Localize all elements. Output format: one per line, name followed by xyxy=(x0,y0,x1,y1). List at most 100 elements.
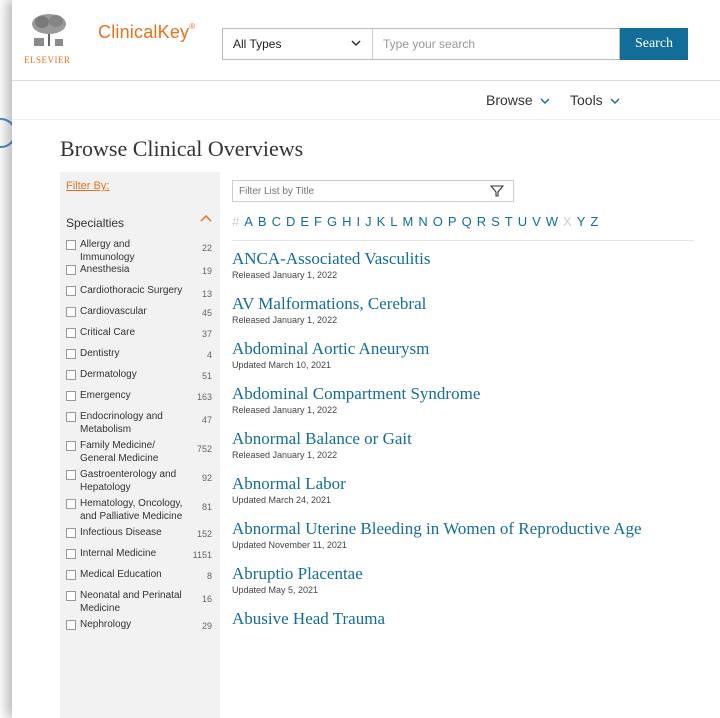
overview-entry: Abusive Head Trauma xyxy=(232,609,702,629)
specialty-checkbox[interactable] xyxy=(66,286,76,296)
specialty-item[interactable]: Neonatal and Perinatal Medicine 16 xyxy=(66,589,216,618)
funnel-icon[interactable] xyxy=(490,184,504,198)
specialty-item[interactable]: Cardiovascular 45 xyxy=(66,305,216,326)
alpha-letter-m[interactable]: M xyxy=(403,214,414,229)
chevron-up-icon[interactable] xyxy=(200,214,212,222)
alpha-letter-j[interactable]: J xyxy=(365,214,372,229)
specialty-item[interactable]: Gastroenterology and Hepatology 92 xyxy=(66,468,216,497)
specialty-item[interactable]: Family Medicine/ General Medicine 752 xyxy=(66,439,216,468)
specialty-item[interactable]: Nephrology 29 xyxy=(66,618,216,639)
overview-title-link[interactable]: AV Malformations, Cerebral xyxy=(232,294,702,314)
overview-date: Released January 1, 2022 xyxy=(232,315,338,325)
nav-tools-label: Tools xyxy=(570,92,603,108)
overview-date: Updated May 5, 2021 xyxy=(232,585,319,595)
alpha-letter-o[interactable]: O xyxy=(433,214,443,229)
search-button[interactable]: Search xyxy=(620,28,688,60)
alpha-letter-p[interactable]: P xyxy=(448,214,457,229)
search-input[interactable] xyxy=(372,28,620,60)
specialty-checkbox[interactable] xyxy=(66,549,76,559)
specialty-checkbox[interactable] xyxy=(66,499,76,509)
alpha-hash: # xyxy=(232,214,240,229)
specialties-header[interactable]: Specialties xyxy=(66,214,214,230)
alpha-letter-e[interactable]: E xyxy=(300,214,309,229)
specialty-item[interactable]: Medical Education 8 xyxy=(66,568,216,589)
filter-by-link[interactable]: Filter By: xyxy=(66,180,109,192)
overview-entry: Abnormal Labor Updated March 24, 2021 xyxy=(232,474,702,505)
specialty-item[interactable]: Critical Care 37 xyxy=(66,326,216,347)
specialties-list: Allergy and Immunology 22 Anesthesia 19 Card… xyxy=(66,238,216,639)
specialty-checkbox[interactable] xyxy=(66,349,76,359)
specialty-checkbox[interactable] xyxy=(66,441,76,451)
specialty-checkbox[interactable] xyxy=(66,240,76,250)
specialty-label: Nephrology xyxy=(80,619,132,630)
specialty-checkbox[interactable] xyxy=(66,307,76,317)
specialty-checkbox[interactable] xyxy=(66,570,76,580)
specialty-item[interactable]: Cardiothoracic Surgery 13 xyxy=(66,284,216,305)
content-type-select[interactable]: All Types xyxy=(222,28,372,60)
alpha-letter-s[interactable]: S xyxy=(491,214,500,229)
specialty-checkbox[interactable] xyxy=(66,591,76,601)
overview-title-link[interactable]: Abnormal Balance or Gait xyxy=(232,429,702,449)
specialty-checkbox[interactable] xyxy=(66,265,76,275)
specialty-checkbox[interactable] xyxy=(66,328,76,338)
specialty-label: Internal Medicine xyxy=(80,548,157,559)
alpha-letter-g[interactable]: G xyxy=(327,214,337,229)
specialty-checkbox[interactable] xyxy=(66,391,76,401)
overview-entry: Abdominal Aortic Aneurysm Updated March 1… xyxy=(232,339,702,370)
alpha-letter-r[interactable]: R xyxy=(477,214,486,229)
alpha-letter-f[interactable]: F xyxy=(314,214,322,229)
alpha-letter-c[interactable]: C xyxy=(272,214,281,229)
specialty-count: 47 xyxy=(201,415,212,425)
specialty-checkbox[interactable] xyxy=(66,412,76,422)
elsevier-wordmark: ELSEVIER xyxy=(24,55,71,65)
alpha-letter-t[interactable]: T xyxy=(505,214,513,229)
filter-sidebar: Filter By: Specialties Allergy and Immun… xyxy=(60,172,220,718)
alpha-letter-w[interactable]: W xyxy=(546,214,558,229)
alpha-letter-v[interactable]: V xyxy=(532,214,541,229)
filter-list-input[interactable] xyxy=(232,180,514,202)
specialty-checkbox[interactable] xyxy=(66,470,76,480)
overview-title-link[interactable]: Abruptio Placentae xyxy=(232,564,702,584)
clinicalkey-brand[interactable]: ClinicalKey® xyxy=(98,22,195,43)
specialty-count: 29 xyxy=(201,621,212,631)
alpha-letter-y[interactable]: Y xyxy=(577,214,586,229)
specialty-item[interactable]: Hematology, Oncology, and Palliative Med… xyxy=(66,497,216,526)
alpha-letter-d[interactable]: D xyxy=(286,214,295,229)
specialty-item[interactable]: Emergency 163 xyxy=(66,389,216,410)
alpha-letter-n[interactable]: N xyxy=(418,214,427,229)
specialty-checkbox[interactable] xyxy=(66,528,76,538)
alpha-letter-k[interactable]: K xyxy=(377,214,386,229)
alpha-letter-q[interactable]: Q xyxy=(462,214,472,229)
alpha-letter-l[interactable]: L xyxy=(390,214,397,229)
specialty-label: Critical Care xyxy=(80,327,136,338)
alpha-letter-b[interactable]: B xyxy=(258,214,267,229)
overview-title-link[interactable]: Abnormal Labor xyxy=(232,474,702,494)
specialty-item[interactable]: Anesthesia 19 xyxy=(66,263,216,284)
overview-title-link[interactable]: ANCA-Associated Vasculitis xyxy=(232,249,702,269)
specialty-item[interactable]: Endocrinology and Metabolism 47 xyxy=(66,410,216,439)
nav-browse[interactable]: Browse xyxy=(486,92,550,108)
nav-tools[interactable]: Tools xyxy=(570,92,620,108)
overview-title-link[interactable]: Abnormal Uterine Bleeding in Women of Re… xyxy=(232,519,702,539)
specialty-checkbox[interactable] xyxy=(66,620,76,630)
alpha-letter-a[interactable]: A xyxy=(244,214,253,229)
alpha-letter-h[interactable]: H xyxy=(342,214,351,229)
overview-title-link[interactable]: Abusive Head Trauma xyxy=(232,609,702,629)
overview-date: Released January 1, 2022 xyxy=(232,405,338,415)
specialty-item[interactable]: Infectious Disease 152 xyxy=(66,526,216,547)
chevron-down-icon xyxy=(351,40,361,47)
alpha-letter-i[interactable]: I xyxy=(357,214,361,229)
brand-registered-mark: ® xyxy=(189,22,196,31)
specialty-count: 92 xyxy=(201,473,212,483)
alpha-letter-u[interactable]: U xyxy=(518,214,527,229)
specialty-item[interactable]: Allergy and Immunology 22 xyxy=(66,238,216,263)
specialty-item[interactable]: Dermatology 51 xyxy=(66,368,216,389)
alpha-letter-z[interactable]: Z xyxy=(590,214,598,229)
overview-title-link[interactable]: Abdominal Aortic Aneurysm xyxy=(232,339,702,359)
specialty-item[interactable]: Internal Medicine 1151 xyxy=(66,547,216,568)
elsevier-logo[interactable]: ELSEVIER xyxy=(24,12,74,65)
overview-title-link[interactable]: Abdominal Compartment Syndrome xyxy=(232,384,702,404)
overview-date: Updated March 10, 2021 xyxy=(232,360,332,370)
specialty-item[interactable]: Dentistry 4 xyxy=(66,347,216,368)
specialty-checkbox[interactable] xyxy=(66,370,76,380)
